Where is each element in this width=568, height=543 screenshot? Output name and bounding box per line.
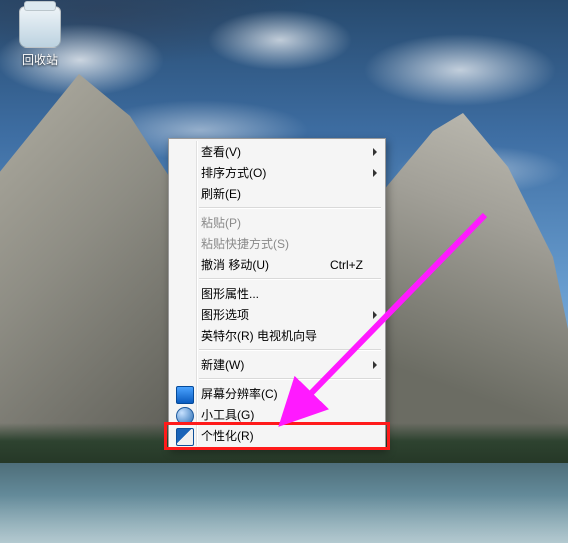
menu-item-label: 排序方式(O) [201,164,266,181]
menu-item-gadgets[interactable]: 小工具(G) [171,404,383,425]
menu-item-personalize[interactable]: 个性化(R) [171,425,383,446]
submenu-arrow-icon [373,169,377,177]
menu-item-paste: 粘贴(P) [171,212,383,233]
menu-item-graphics-options[interactable]: 图形选项 [171,304,383,325]
menu-item-screen-resolution[interactable]: 屏幕分辨率(C) [171,383,383,404]
menu-item-new[interactable]: 新建(W) [171,354,383,375]
menu-item-label: 撤消 移动(U) [201,256,269,273]
menu-separator [199,349,381,351]
menu-item-label: 图形选项 [201,306,249,323]
menu-item-view[interactable]: 查看(V) [171,141,383,162]
menu-item-intel-tv-wizard[interactable]: 英特尔(R) 电视机向导 [171,325,383,346]
menu-item-undo-move[interactable]: 撤消 移动(U) Ctrl+Z [171,254,383,275]
menu-item-label: 个性化(R) [201,427,254,444]
submenu-arrow-icon [373,361,377,369]
personalize-icon [176,428,194,446]
recycle-bin-icon [19,6,61,48]
desktop-icon-recycle-bin[interactable]: 回收站 [8,6,72,68]
menu-item-label: 粘贴(P) [201,214,241,231]
menu-item-label: 新建(W) [201,356,244,373]
menu-item-graphics-properties[interactable]: 图形属性... [171,283,383,304]
wallpaper-lake [0,463,568,543]
menu-item-shortcut: Ctrl+Z [314,258,363,272]
menu-item-refresh[interactable]: 刷新(E) [171,183,383,204]
gadget-icon [176,407,194,425]
desktop-context-menu: 查看(V) 排序方式(O) 刷新(E) 粘贴(P) 粘贴快捷方式(S) 撤消 移… [168,138,386,449]
submenu-arrow-icon [373,148,377,156]
menu-separator [199,207,381,209]
menu-item-label: 屏幕分辨率(C) [201,385,278,402]
menu-item-label: 小工具(G) [201,406,254,423]
menu-separator [199,378,381,380]
menu-separator [199,278,381,280]
screen-resolution-icon [176,386,194,404]
menu-item-label: 图形属性... [201,285,259,302]
menu-item-label: 粘贴快捷方式(S) [201,235,289,252]
menu-item-paste-shortcut: 粘贴快捷方式(S) [171,233,383,254]
recycle-bin-label: 回收站 [8,51,72,68]
menu-item-label: 刷新(E) [201,185,241,202]
menu-item-label: 英特尔(R) 电视机向导 [201,327,317,344]
menu-item-label: 查看(V) [201,143,241,160]
submenu-arrow-icon [373,311,377,319]
menu-item-sort[interactable]: 排序方式(O) [171,162,383,183]
